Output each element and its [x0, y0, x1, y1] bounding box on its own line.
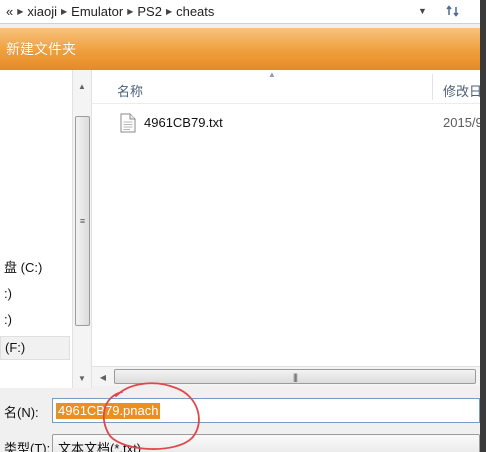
grip-icon: ≡ [79, 216, 86, 226]
filetype-value: 文本文档(*.txt) [58, 441, 142, 452]
window-edge [480, 0, 486, 452]
chevron-down-icon[interactable]: ▼ [418, 6, 427, 16]
crumb-cheats[interactable]: cheats [176, 4, 214, 19]
column-header-date-modified[interactable]: 修改日 [443, 81, 482, 100]
text-file-icon [120, 113, 136, 133]
breadcrumb: « ▶ xiaoji ▶ Emulator ▶ PS2 ▶ cheats [0, 0, 214, 24]
address-bar[interactable]: « ▶ xiaoji ▶ Emulator ▶ PS2 ▶ cheats ▼ [0, 0, 480, 24]
horizontal-scrollbar-thumb[interactable]: ||| [114, 369, 476, 384]
column-header-name[interactable]: 名称 [117, 81, 143, 100]
chevron-right-icon[interactable]: ▶ [61, 7, 67, 16]
text-file-icon-graphic [120, 113, 136, 133]
column-header-row: 名称 ▲ 修改日 [92, 70, 482, 104]
nav-item-drive-e[interactable]: :) [4, 310, 12, 330]
sort-up-icon: ▲ [268, 70, 276, 79]
chevron-right-icon[interactable]: ▶ [166, 7, 172, 16]
command-bar: 新建文件夹 [0, 28, 480, 70]
crumb-emulator[interactable]: Emulator [71, 4, 123, 19]
nav-vertical-scrollbar[interactable]: ▲ ≡ ▼ [72, 70, 92, 388]
file-date: 2015/9 [443, 115, 483, 130]
grip-icon: ||| [292, 371, 298, 382]
new-folder-button[interactable]: 新建文件夹 [4, 37, 78, 61]
nav-item-drive-d[interactable]: :) [4, 284, 12, 304]
refresh-icon[interactable] [442, 2, 464, 20]
overflow-crumbs[interactable]: « [6, 4, 13, 19]
scrollbar-thumb[interactable]: ≡ [75, 116, 90, 326]
scroll-down-icon[interactable]: ▼ [73, 370, 91, 386]
chevron-right-icon[interactable]: ▶ [17, 7, 23, 16]
list-item[interactable]: 4961CB79.txt 2015/9 [92, 112, 483, 134]
refresh-icon-graphic [446, 5, 459, 17]
scroll-up-icon[interactable]: ▲ [73, 78, 91, 94]
scroll-left-icon[interactable]: ◀ [96, 369, 110, 385]
filename-input[interactable]: 4961CB79.pnach [52, 398, 480, 423]
filetype-label: 类型(T): [4, 441, 51, 452]
file-list[interactable]: 名称 ▲ 修改日 4961CB79.txt 2015/9 [92, 70, 483, 366]
nav-item-drive-f[interactable]: (F:) [0, 336, 70, 360]
file-name: 4961CB79.txt [144, 115, 223, 130]
filetype-select[interactable]: 文本文档(*.txt) [52, 434, 480, 452]
filename-selected-text[interactable]: 4961CB79.pnach [56, 403, 161, 419]
horizontal-scrollbar[interactable]: ◀ ||| [92, 366, 480, 386]
nav-item-drive-c[interactable]: 盘 (C:) [4, 258, 42, 278]
navigation-pane: 盘 (C:) :) :) (F:) [0, 70, 72, 388]
column-divider[interactable] [432, 74, 433, 100]
crumb-xiaoji[interactable]: xiaoji [27, 4, 57, 19]
chevron-right-icon[interactable]: ▶ [127, 7, 133, 16]
save-as-dialog: « ▶ xiaoji ▶ Emulator ▶ PS2 ▶ cheats ▼ 新… [0, 0, 486, 452]
crumb-ps2[interactable]: PS2 [137, 4, 162, 19]
filename-label: 名(N): [4, 405, 39, 420]
